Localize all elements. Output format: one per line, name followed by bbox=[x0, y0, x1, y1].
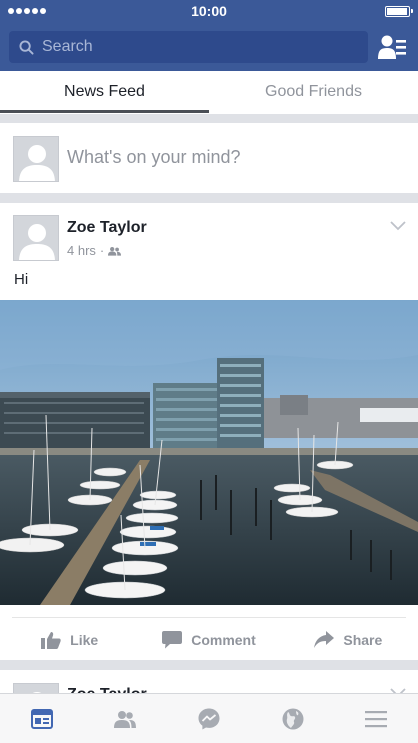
actions-divider bbox=[12, 617, 406, 618]
comment-icon bbox=[162, 631, 183, 649]
search-input[interactable] bbox=[42, 38, 342, 56]
meta-separator: · bbox=[99, 243, 105, 258]
feed-tabs: News Feed Good Friends bbox=[0, 71, 418, 114]
status-composer[interactable]: What's on your mind? bbox=[0, 123, 418, 193]
post-photo[interactable] bbox=[0, 300, 418, 605]
share-button[interactable]: Share bbox=[279, 623, 418, 657]
nav-notifications[interactable] bbox=[251, 694, 335, 743]
like-label: Like bbox=[70, 632, 99, 648]
app-header: 10:00 bbox=[0, 0, 418, 71]
status-bar: 10:00 bbox=[0, 0, 418, 22]
notifications-globe-icon bbox=[282, 708, 304, 729]
friend-requests-icon[interactable] bbox=[378, 34, 406, 60]
harbor-marina-photo bbox=[0, 300, 418, 605]
share-label: Share bbox=[343, 632, 383, 648]
composer-placeholder[interactable]: What's on your mind? bbox=[67, 147, 241, 168]
battery-icon bbox=[385, 6, 413, 17]
post-text: Hi bbox=[14, 271, 29, 288]
post-meta: 4 hrs · bbox=[67, 243, 122, 258]
friends-icon bbox=[114, 710, 137, 728]
feed-post: Zoe Taylor 4 hrs · Hi Like Comment Share bbox=[0, 203, 418, 660]
search-icon bbox=[19, 39, 34, 55]
post-actions: Like Comment Share bbox=[0, 623, 418, 657]
status-time: 10:00 bbox=[191, 3, 227, 19]
menu-icon bbox=[365, 710, 388, 727]
comment-button[interactable]: Comment bbox=[139, 623, 278, 657]
comment-label: Comment bbox=[191, 632, 256, 648]
nav-menu[interactable] bbox=[334, 694, 418, 743]
default-avatar-icon bbox=[14, 216, 58, 260]
post-time[interactable]: 4 hrs bbox=[67, 243, 96, 258]
messenger-icon bbox=[198, 708, 220, 729]
active-tab-indicator bbox=[0, 110, 209, 113]
tab-news-feed[interactable]: News Feed bbox=[0, 71, 209, 114]
nav-messenger[interactable] bbox=[167, 694, 251, 743]
friends-icon[interactable] bbox=[108, 246, 122, 256]
tab-good-friends[interactable]: Good Friends bbox=[209, 71, 418, 114]
nav-news-feed[interactable] bbox=[0, 694, 84, 743]
nav-friends[interactable] bbox=[84, 694, 168, 743]
battery-fill bbox=[387, 8, 407, 15]
post-options-chevron-icon[interactable] bbox=[390, 221, 406, 231]
default-avatar-icon bbox=[14, 137, 58, 181]
share-icon bbox=[314, 631, 335, 648]
bottom-nav bbox=[0, 693, 418, 743]
avatar[interactable] bbox=[13, 215, 59, 261]
thumbs-up-icon bbox=[41, 632, 61, 649]
news-feed-icon bbox=[30, 708, 53, 729]
like-button[interactable]: Like bbox=[0, 623, 139, 657]
avatar bbox=[13, 136, 59, 182]
search-bar[interactable] bbox=[9, 31, 368, 63]
post-author[interactable]: Zoe Taylor bbox=[67, 219, 147, 237]
